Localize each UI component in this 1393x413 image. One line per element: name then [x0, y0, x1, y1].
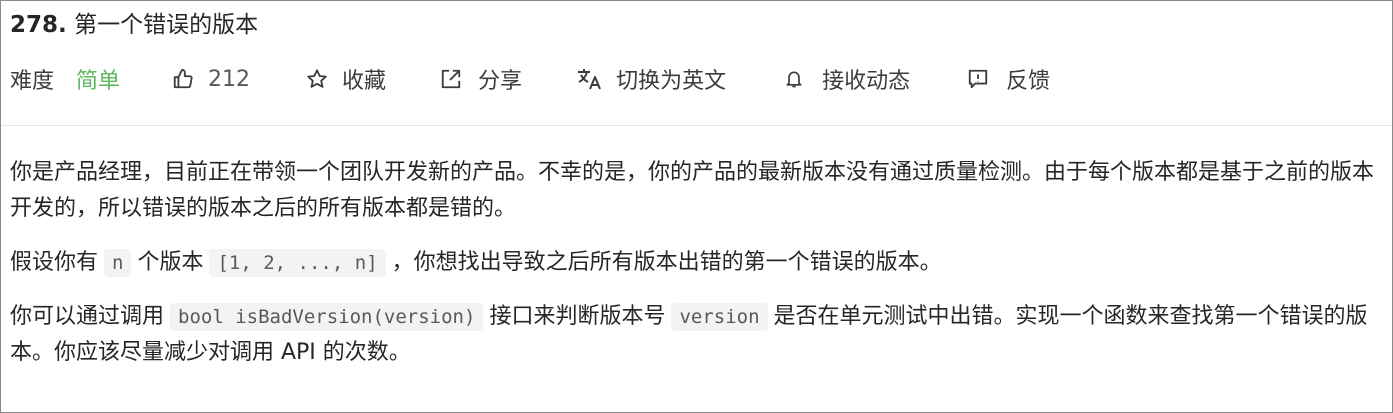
switch-language-button[interactable]: 切换为英文 [576, 63, 726, 95]
problem-panel: 278. 第一个错误的版本 难度 简单 212 收藏 分享 切换为英文 接收动态… [0, 0, 1393, 413]
switch-language-label: 切换为英文 [616, 69, 727, 94]
like-button[interactable]: 212 [172, 67, 250, 92]
divider [1, 125, 1392, 126]
star-icon [306, 68, 328, 90]
paragraph-2-text-c: ，你想找出导致之后所有版本出错的第一个错误的版本。 [391, 250, 942, 275]
share-label: 分享 [478, 69, 523, 94]
favorite-button[interactable]: 收藏 [306, 63, 386, 95]
description-paragraph-2: 假设你有 n 个版本 [1, 2, ..., n] ，你想找出导致之后所有版本出错的第一… [10, 245, 1386, 281]
bell-icon [784, 68, 804, 90]
inline-code-version-range: [1, 2, ..., n] [209, 249, 386, 277]
feedback-icon [966, 68, 990, 90]
notify-label: 接收动态 [822, 69, 911, 94]
favorite-label: 收藏 [342, 69, 387, 94]
likes-count: 212 [208, 66, 251, 92]
inline-code-api-call: bool isBadVersion(version) [170, 303, 484, 331]
difficulty-value: 简单 [76, 69, 121, 94]
translate-icon [576, 67, 602, 91]
paragraph-2-text-a: 假设你有 [10, 250, 99, 275]
inline-code-n: n [104, 249, 132, 277]
thumbs-up-icon [172, 68, 194, 90]
share-button[interactable]: 分享 [440, 63, 522, 95]
description-paragraph-1: 你是产品经理，目前正在带领一个团队开发新的产品。不幸的是，你的产品的最新版本没有… [10, 160, 1375, 221]
problem-number: 278. [10, 12, 67, 38]
notify-button[interactable]: 接收动态 [784, 63, 910, 95]
problem-description: 你是产品经理，目前正在带领一个团队开发新的产品。不幸的是，你的产品的最新版本没有… [10, 155, 1386, 371]
paragraph-3-text-a: 你可以通过调用 [10, 304, 165, 329]
paragraph-3-text-b: 接口来判断版本号 [489, 304, 666, 329]
paragraph-2-text-b: 个版本 [137, 250, 204, 275]
difficulty-label: 难度 [10, 69, 55, 94]
feedback-label: 反馈 [1006, 69, 1051, 94]
inline-code-version: version [671, 303, 768, 331]
problem-title-text: 第一个错误的版本 [74, 12, 259, 38]
feedback-button[interactable]: 反馈 [966, 63, 1050, 95]
description-paragraph-3: 你可以通过调用 bool isBadVersion(version) 接口来判断版本… [10, 299, 1386, 371]
problem-meta-bar: 难度 简单 212 收藏 分享 切换为英文 接收动态 反馈 [10, 63, 1050, 95]
problem-title: 278. 第一个错误的版本 [10, 9, 258, 41]
share-icon [440, 68, 462, 90]
